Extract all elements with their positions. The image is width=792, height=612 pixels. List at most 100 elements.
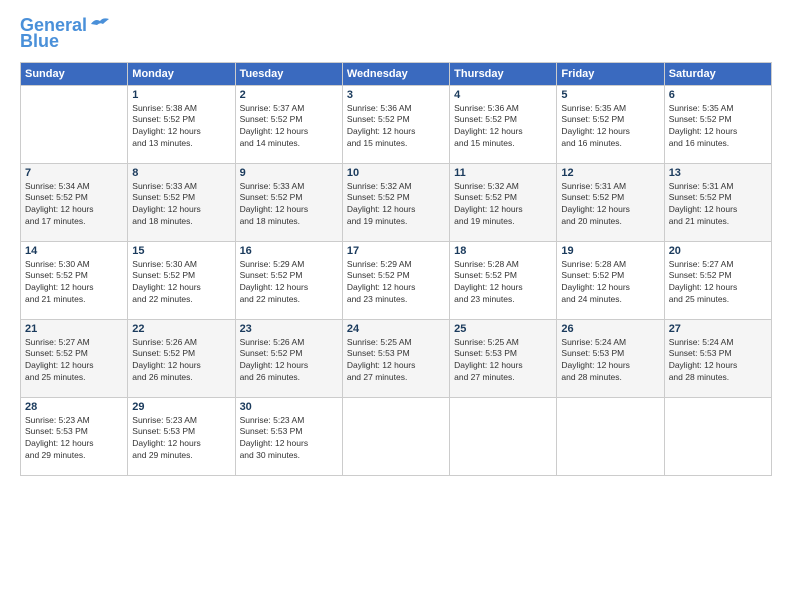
day-number: 14 <box>25 245 123 257</box>
calendar-day-cell: 23 Sunrise: 5:26 AM Sunset: 5:52 PM Dayli… <box>235 319 342 397</box>
calendar-day-cell: 25 Sunrise: 5:25 AM Sunset: 5:53 PM Dayli… <box>450 319 557 397</box>
day-info: Sunrise: 5:23 AM Sunset: 5:53 PM Dayligh… <box>132 415 230 463</box>
calendar-day-cell <box>450 397 557 475</box>
calendar-day-cell: 16Sunrise: 5:29 AM Sunset: 5:52 PM Dayli… <box>235 241 342 319</box>
day-number: 10 <box>347 167 445 179</box>
weekday-header-cell: Tuesday <box>235 62 342 85</box>
day-info: Sunrise: 5:34 AM Sunset: 5:52 PM Dayligh… <box>25 181 123 229</box>
day-number: 4 <box>454 89 552 101</box>
calendar-table: SundayMondayTuesdayWednesdayThursdayFrid… <box>20 62 772 476</box>
calendar-day-cell: 19 Sunrise: 5:28 AM Sunset: 5:52 PM Dayli… <box>557 241 664 319</box>
weekday-header-cell: Thursday <box>450 62 557 85</box>
calendar-day-cell: 24 Sunrise: 5:25 AM Sunset: 5:53 PM Dayli… <box>342 319 449 397</box>
calendar-day-cell <box>557 397 664 475</box>
day-number: 7 <box>25 167 123 179</box>
calendar-day-cell: 8 Sunrise: 5:33 AM Sunset: 5:52 PM Daylig… <box>128 163 235 241</box>
calendar-day-cell: 29 Sunrise: 5:23 AM Sunset: 5:53 PM Dayli… <box>128 397 235 475</box>
day-info: Sunrise: 5:29 AM Sunset: 5:52 PM Dayligh… <box>240 259 338 307</box>
day-number: 13 <box>669 167 767 179</box>
calendar-day-cell: 6Sunrise: 5:35 AM Sunset: 5:52 PM Daylig… <box>664 85 771 163</box>
calendar-day-cell <box>342 397 449 475</box>
day-info: Sunrise: 5:35 AM Sunset: 5:52 PM Dayligh… <box>561 103 659 151</box>
calendar-day-cell: 7 Sunrise: 5:34 AM Sunset: 5:52 PM Daylig… <box>21 163 128 241</box>
calendar-day-cell: 3 Sunrise: 5:36 AM Sunset: 5:52 PM Daylig… <box>342 85 449 163</box>
day-info: Sunrise: 5:32 AM Sunset: 5:52 PM Dayligh… <box>454 181 552 229</box>
calendar-week-row: 7 Sunrise: 5:34 AM Sunset: 5:52 PM Daylig… <box>21 163 772 241</box>
day-info: Sunrise: 5:27 AM Sunset: 5:52 PM Dayligh… <box>669 259 767 307</box>
day-info: Sunrise: 5:36 AM Sunset: 5:52 PM Dayligh… <box>347 103 445 151</box>
calendar-week-row: 21Sunrise: 5:27 AM Sunset: 5:52 PM Dayli… <box>21 319 772 397</box>
day-info: Sunrise: 5:24 AM Sunset: 5:53 PM Dayligh… <box>669 337 767 385</box>
day-info: Sunrise: 5:28 AM Sunset: 5:52 PM Dayligh… <box>561 259 659 307</box>
weekday-header-cell: Wednesday <box>342 62 449 85</box>
day-info: Sunrise: 5:26 AM Sunset: 5:52 PM Dayligh… <box>240 337 338 385</box>
day-number: 25 <box>454 323 552 335</box>
day-number: 9 <box>240 167 338 179</box>
calendar-day-cell: 17 Sunrise: 5:29 AM Sunset: 5:52 PM Dayli… <box>342 241 449 319</box>
logo: General Blue <box>20 16 111 52</box>
day-number: 3 <box>347 89 445 101</box>
day-info: Sunrise: 5:27 AM Sunset: 5:52 PM Dayligh… <box>25 337 123 385</box>
calendar-day-cell: 26Sunrise: 5:24 AM Sunset: 5:53 PM Dayli… <box>557 319 664 397</box>
day-number: 22 <box>132 323 230 335</box>
day-info: Sunrise: 5:31 AM Sunset: 5:52 PM Dayligh… <box>561 181 659 229</box>
day-number: 2 <box>240 89 338 101</box>
day-number: 29 <box>132 401 230 413</box>
day-info: Sunrise: 5:37 AM Sunset: 5:52 PM Dayligh… <box>240 103 338 151</box>
day-info: Sunrise: 5:31 AM Sunset: 5:52 PM Dayligh… <box>669 181 767 229</box>
calendar-day-cell: 30Sunrise: 5:23 AM Sunset: 5:53 PM Dayli… <box>235 397 342 475</box>
day-number: 17 <box>347 245 445 257</box>
calendar-day-cell <box>21 85 128 163</box>
calendar-day-cell: 9 Sunrise: 5:33 AM Sunset: 5:52 PM Daylig… <box>235 163 342 241</box>
calendar-week-row: 1Sunrise: 5:38 AM Sunset: 5:52 PM Daylig… <box>21 85 772 163</box>
weekday-header-cell: Saturday <box>664 62 771 85</box>
day-number: 18 <box>454 245 552 257</box>
calendar-day-cell: 12 Sunrise: 5:31 AM Sunset: 5:52 PM Dayli… <box>557 163 664 241</box>
calendar-day-cell: 2 Sunrise: 5:37 AM Sunset: 5:52 PM Daylig… <box>235 85 342 163</box>
day-info: Sunrise: 5:25 AM Sunset: 5:53 PM Dayligh… <box>454 337 552 385</box>
calendar-day-cell: 10Sunrise: 5:32 AM Sunset: 5:52 PM Dayli… <box>342 163 449 241</box>
day-info: Sunrise: 5:25 AM Sunset: 5:53 PM Dayligh… <box>347 337 445 385</box>
logo-text-blue: Blue <box>20 32 59 52</box>
calendar-week-row: 28 Sunrise: 5:23 AM Sunset: 5:53 PM Dayli… <box>21 397 772 475</box>
day-number: 20 <box>669 245 767 257</box>
calendar-day-cell: 14 Sunrise: 5:30 AM Sunset: 5:52 PM Dayli… <box>21 241 128 319</box>
calendar-day-cell: 22 Sunrise: 5:26 AM Sunset: 5:52 PM Dayli… <box>128 319 235 397</box>
calendar-day-cell: 27Sunrise: 5:24 AM Sunset: 5:53 PM Dayli… <box>664 319 771 397</box>
calendar-day-cell: 1Sunrise: 5:38 AM Sunset: 5:52 PM Daylig… <box>128 85 235 163</box>
day-number: 6 <box>669 89 767 101</box>
calendar-body: 1Sunrise: 5:38 AM Sunset: 5:52 PM Daylig… <box>21 85 772 475</box>
day-info: Sunrise: 5:33 AM Sunset: 5:52 PM Dayligh… <box>240 181 338 229</box>
calendar-day-cell <box>664 397 771 475</box>
calendar-day-cell: 18 Sunrise: 5:28 AM Sunset: 5:52 PM Dayli… <box>450 241 557 319</box>
calendar-day-cell: 13 Sunrise: 5:31 AM Sunset: 5:52 PM Dayli… <box>664 163 771 241</box>
calendar-week-row: 14 Sunrise: 5:30 AM Sunset: 5:52 PM Dayli… <box>21 241 772 319</box>
day-info: Sunrise: 5:36 AM Sunset: 5:52 PM Dayligh… <box>454 103 552 151</box>
calendar-day-cell: 5Sunrise: 5:35 AM Sunset: 5:52 PM Daylig… <box>557 85 664 163</box>
day-number: 11 <box>454 167 552 179</box>
weekday-header-cell: Sunday <box>21 62 128 85</box>
day-info: Sunrise: 5:29 AM Sunset: 5:52 PM Dayligh… <box>347 259 445 307</box>
day-info: Sunrise: 5:26 AM Sunset: 5:52 PM Dayligh… <box>132 337 230 385</box>
day-number: 12 <box>561 167 659 179</box>
day-info: Sunrise: 5:33 AM Sunset: 5:52 PM Dayligh… <box>132 181 230 229</box>
day-info: Sunrise: 5:24 AM Sunset: 5:53 PM Dayligh… <box>561 337 659 385</box>
day-number: 30 <box>240 401 338 413</box>
day-info: Sunrise: 5:30 AM Sunset: 5:52 PM Dayligh… <box>25 259 123 307</box>
calendar-day-cell: 21Sunrise: 5:27 AM Sunset: 5:52 PM Dayli… <box>21 319 128 397</box>
day-number: 19 <box>561 245 659 257</box>
day-number: 28 <box>25 401 123 413</box>
calendar-day-cell: 28 Sunrise: 5:23 AM Sunset: 5:53 PM Dayli… <box>21 397 128 475</box>
logo-bird-icon <box>89 16 111 32</box>
day-number: 8 <box>132 167 230 179</box>
calendar-day-cell: 4 Sunrise: 5:36 AM Sunset: 5:52 PM Daylig… <box>450 85 557 163</box>
day-info: Sunrise: 5:38 AM Sunset: 5:52 PM Dayligh… <box>132 103 230 151</box>
day-info: Sunrise: 5:23 AM Sunset: 5:53 PM Dayligh… <box>25 415 123 463</box>
day-info: Sunrise: 5:28 AM Sunset: 5:52 PM Dayligh… <box>454 259 552 307</box>
day-number: 15 <box>132 245 230 257</box>
day-number: 23 <box>240 323 338 335</box>
day-number: 24 <box>347 323 445 335</box>
weekday-header-cell: Monday <box>128 62 235 85</box>
calendar-day-cell: 15Sunrise: 5:30 AM Sunset: 5:52 PM Dayli… <box>128 241 235 319</box>
page-header: General Blue <box>20 16 772 52</box>
